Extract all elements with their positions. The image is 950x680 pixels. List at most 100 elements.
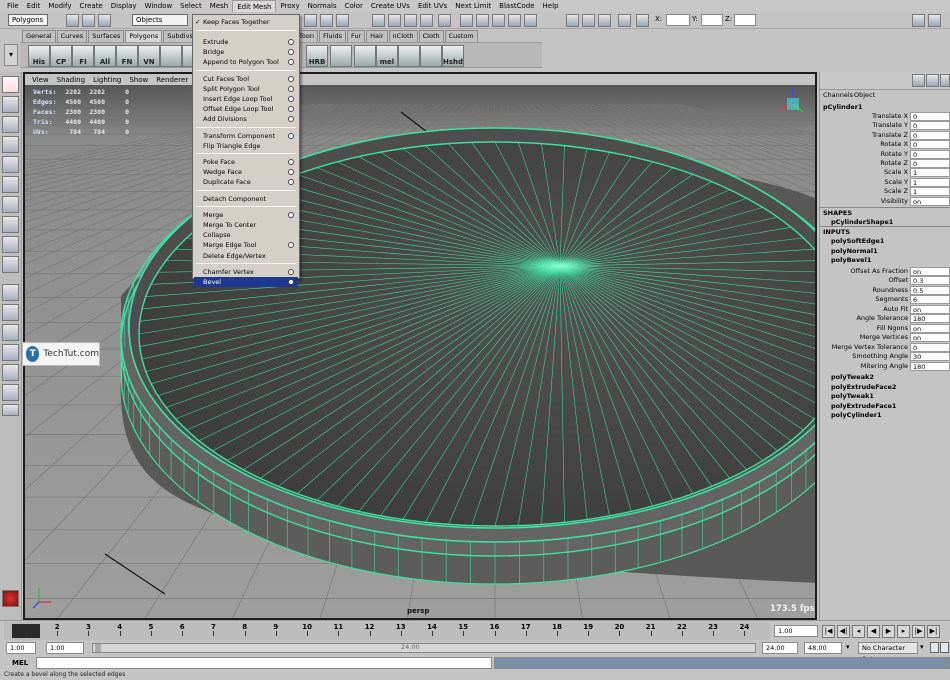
command-input[interactable] xyxy=(36,657,492,669)
menu-edit[interactable]: Edit xyxy=(23,0,45,12)
command-language-label[interactable]: MEL xyxy=(12,659,28,667)
menu-item-merge-edge-tool[interactable]: Merge Edge Tool xyxy=(194,240,298,250)
viewport-menu-shading[interactable]: Shading xyxy=(53,76,89,84)
shelf-button-all-icon[interactable]: All xyxy=(94,45,116,67)
playback-start-field[interactable]: 1.00 xyxy=(46,642,84,654)
menu-edit-uvs[interactable]: Edit UVs xyxy=(414,0,451,12)
soft-mod-tool-icon[interactable] xyxy=(2,216,19,233)
play-forwards-icon[interactable]: ▶ xyxy=(882,625,895,638)
menu-item-bridge[interactable]: Bridge xyxy=(194,47,298,57)
object-name[interactable]: pCylinder1 xyxy=(823,103,863,111)
render-layout-icon[interactable] xyxy=(2,384,19,401)
output-connections-icon[interactable] xyxy=(508,14,521,27)
shelf-button-tool-6-icon[interactable] xyxy=(160,45,182,67)
input-node-polyextrudeface2[interactable]: polyExtrudeFace2 xyxy=(831,383,896,391)
persp-outliner-layout-icon[interactable] xyxy=(2,324,19,341)
shelf-tab-polygons[interactable]: Polygons xyxy=(125,30,163,42)
ipr-render-icon[interactable] xyxy=(582,14,595,27)
channel-box-mode-icon[interactable] xyxy=(912,74,925,87)
channel-box-toggle-icon[interactable] xyxy=(928,14,941,27)
step-back-key-icon[interactable]: ◀| xyxy=(837,625,850,638)
playback-end-field[interactable]: 24.00 xyxy=(762,642,798,654)
channel-value[interactable]: on xyxy=(910,333,950,342)
input-node-polytweak2[interactable]: polyTweak2 xyxy=(831,373,874,381)
step-forward-key-icon[interactable]: |▶ xyxy=(912,625,925,638)
bevel-attr-smoothing-angle[interactable]: Smoothing Angle 30 xyxy=(820,352,950,361)
channel-value[interactable]: 0.3 xyxy=(910,276,950,285)
current-frame-field[interactable]: 1.00 xyxy=(774,625,818,637)
shelf-button-fn-icon[interactable]: FN xyxy=(116,45,138,67)
bevel-attr-roundness[interactable]: Roundness 0.5 xyxy=(820,285,950,295)
menu-proxy[interactable]: Proxy xyxy=(276,0,303,12)
scale-tool-icon[interactable] xyxy=(2,176,19,193)
channel-value[interactable]: 180 xyxy=(910,314,950,323)
maya-logo-icon[interactable] xyxy=(2,590,19,607)
mode-dropdown[interactable]: Polygons xyxy=(8,14,48,26)
go-to-end-icon[interactable]: ▶| xyxy=(927,625,940,638)
shelf-button-tool-9-icon[interactable] xyxy=(330,45,352,67)
select-tool-icon[interactable] xyxy=(2,76,19,93)
option-box-icon[interactable] xyxy=(288,39,294,45)
channel-value[interactable]: on xyxy=(910,323,950,333)
menu-window[interactable]: Window xyxy=(141,0,177,12)
menu-item-insert-edge-loop-tool[interactable]: Insert Edge Loop Tool xyxy=(194,94,298,104)
keep-faces-together-item[interactable]: ✓ Keep Faces Together xyxy=(194,17,298,27)
option-box-icon[interactable] xyxy=(288,169,294,176)
option-box-icon[interactable] xyxy=(288,96,294,102)
option-box-icon[interactable] xyxy=(288,75,294,82)
input-line-mode-icon[interactable] xyxy=(636,14,649,27)
channel-value[interactable]: 1 xyxy=(910,168,950,178)
shelf-button-hrb-icon[interactable]: HRB xyxy=(306,45,328,67)
construction-history-icon[interactable] xyxy=(476,14,489,27)
menu-item-merge-to-center[interactable]: Merge To Center xyxy=(194,220,298,230)
viewport-menu-lighting[interactable]: Lighting xyxy=(89,76,125,84)
go-to-start-icon[interactable]: |◀ xyxy=(822,625,835,638)
history-icon[interactable] xyxy=(460,14,473,27)
make-live-icon[interactable] xyxy=(438,14,451,27)
hypershade-layout-icon[interactable] xyxy=(2,364,19,381)
menu-item-offset-edge-loop-tool[interactable]: Offset Edge Loop Tool xyxy=(194,104,298,114)
shelf-button-tool-13-icon[interactable] xyxy=(420,45,442,67)
new-scene-icon[interactable] xyxy=(66,14,79,27)
persp-graph-layout-icon[interactable] xyxy=(2,344,19,361)
shelf-tab-surfaces[interactable]: Surfaces xyxy=(88,30,125,42)
menu-help[interactable]: Help xyxy=(539,0,563,12)
range-menu-icon[interactable]: ▾ xyxy=(846,643,856,653)
select-hierarchy-icon[interactable] xyxy=(304,14,317,27)
channel-value[interactable]: 0 xyxy=(910,342,950,352)
bevel-attr-merge-vertices[interactable]: Merge Vertices on xyxy=(820,333,950,342)
shelf-tab-curves[interactable]: Curves xyxy=(56,30,88,42)
channel-value[interactable]: 0 xyxy=(910,149,950,159)
tab-channels[interactable]: Channels xyxy=(823,91,853,99)
channel-translate-z[interactable]: Translate Z0 xyxy=(820,130,950,140)
shelf-button-hshd-icon[interactable]: Hshd xyxy=(442,45,464,67)
menu-item-append-to-polygon-tool[interactable]: Append to Polygon Tool xyxy=(194,57,298,67)
menu-item-detach-component[interactable]: Detach Component xyxy=(194,194,298,204)
option-box-icon[interactable] xyxy=(288,59,294,66)
channel-rotate-z[interactable]: Rotate Z0 xyxy=(820,159,950,168)
single-perspective-layout-icon[interactable] xyxy=(2,284,19,301)
channel-value[interactable]: 0 xyxy=(910,112,950,121)
menu-color[interactable]: Color xyxy=(341,0,367,12)
menu-mesh[interactable]: Mesh xyxy=(206,0,232,12)
shelf-tab-general[interactable]: General xyxy=(22,30,56,42)
menu-item-duplicate-face[interactable]: Duplicate Face xyxy=(194,177,298,187)
option-box-icon[interactable] xyxy=(288,106,294,113)
menu-item-split-polygon-tool[interactable]: Split Polygon Tool xyxy=(194,84,298,94)
channel-scale-y[interactable]: Scale Y1 xyxy=(820,177,950,187)
channel-translate-x[interactable]: Translate X0 xyxy=(820,112,950,121)
menu-select[interactable]: Select xyxy=(176,0,206,12)
bevel-attr-angle-tolerance[interactable]: Angle Tolerance 180 xyxy=(820,314,950,323)
range-slider[interactable]: 24.00 xyxy=(92,643,756,653)
menu-item-collapse[interactable]: Collapse xyxy=(194,230,298,240)
menu-item-wedge-face[interactable]: Wedge Face xyxy=(194,167,298,177)
menu-item-flip-triangle-edge[interactable]: Flip Triangle Edge xyxy=(194,141,298,151)
shelf-tab-cloth[interactable]: Cloth xyxy=(418,30,444,42)
move-tool-icon[interactable] xyxy=(2,136,19,153)
menu-file[interactable]: File xyxy=(3,0,23,12)
tab-object[interactable]: Object xyxy=(854,91,875,99)
channel-rotate-y[interactable]: Rotate Y0 xyxy=(820,149,950,159)
input-connections-icon[interactable] xyxy=(492,14,505,27)
channel-scale-x[interactable]: Scale X1 xyxy=(820,168,950,178)
x-field[interactable] xyxy=(666,14,690,26)
